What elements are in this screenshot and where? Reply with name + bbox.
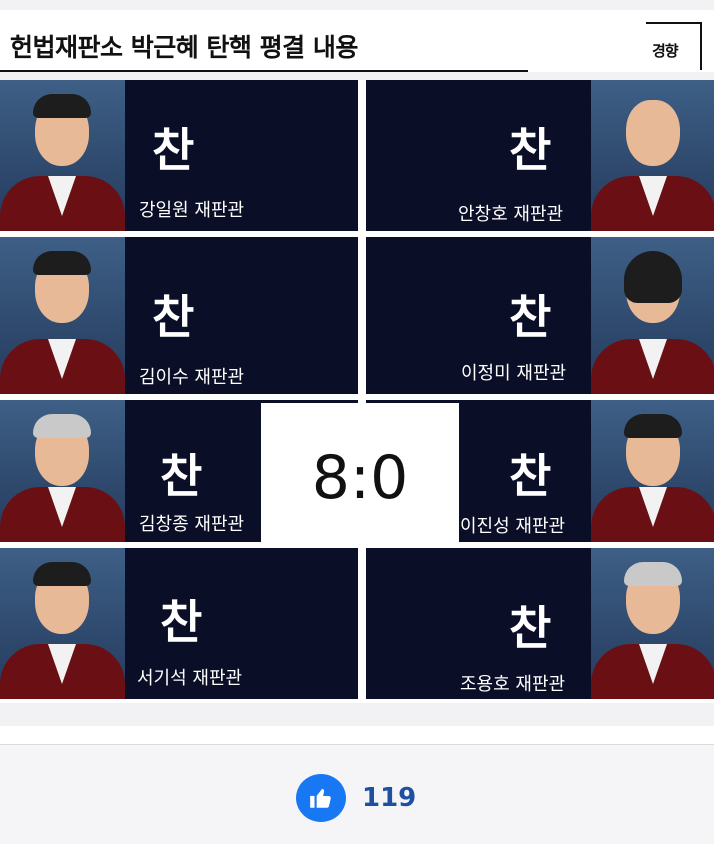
like-count: 119 [362,783,417,813]
judge-vote: 찬 [509,290,552,344]
judge-card: 찬 서기석 재판관 [0,548,358,699]
judge-vote: 찬 [152,123,195,177]
judge-vote: 찬 [509,123,552,177]
verdict-score: 8:0 [311,443,409,513]
judge-name: 강일원 재판관 [139,200,245,221]
article-image: 헌법재판소 박근혜 탄핵 평결 내용 경향 찬 강일원 재판관 찬 안창호 재판… [0,0,714,726]
newspaper-logo: 경향 [646,22,702,70]
judge-photo [0,400,125,542]
judge-photo [0,548,125,699]
judge-vote: 찬 [160,595,203,649]
reaction-bar: 119 [0,744,714,844]
title-underline [0,70,528,72]
judge-name: 이진성 재판관 [460,516,566,537]
judge-name: 조용호 재판관 [460,674,566,695]
judge-vote: 찬 [160,449,203,503]
judge-card: 찬 조용호 재판관 [366,548,714,699]
judge-name: 안창호 재판관 [458,204,564,225]
judge-card: 찬 안창호 재판관 [366,80,714,231]
score-box: 8:0 [261,403,459,545]
judge-card: 찬 강일원 재판관 [0,80,358,231]
judge-name: 김이수 재판관 [139,367,245,388]
image-title: 헌법재판소 박근혜 탄핵 평결 내용 [10,33,358,62]
judges-grid: 찬 강일원 재판관 찬 안창호 재판관 찬 김이수 재판관 찬 이정미 재판관 [0,80,714,703]
judge-name: 이정미 재판관 [461,363,567,384]
judge-photo [0,237,125,394]
judge-photo [591,80,714,231]
judge-photo [591,400,714,542]
judge-card: 찬 이정미 재판관 [366,237,714,394]
judge-name: 서기석 재판관 [137,668,243,689]
judge-vote: 찬 [509,449,552,503]
judge-photo [0,80,125,231]
judge-card: 찬 김이수 재판관 [0,237,358,394]
thumbs-up-icon[interactable] [296,774,346,822]
judge-photo [591,548,714,699]
image-header: 헌법재판소 박근혜 탄핵 평결 내용 경향 [0,10,714,72]
judge-name: 김창종 재판관 [139,514,245,535]
judge-vote: 찬 [509,601,552,655]
logo-text: 경향 [652,42,679,60]
judge-photo [591,237,714,394]
judge-vote: 찬 [152,290,195,344]
